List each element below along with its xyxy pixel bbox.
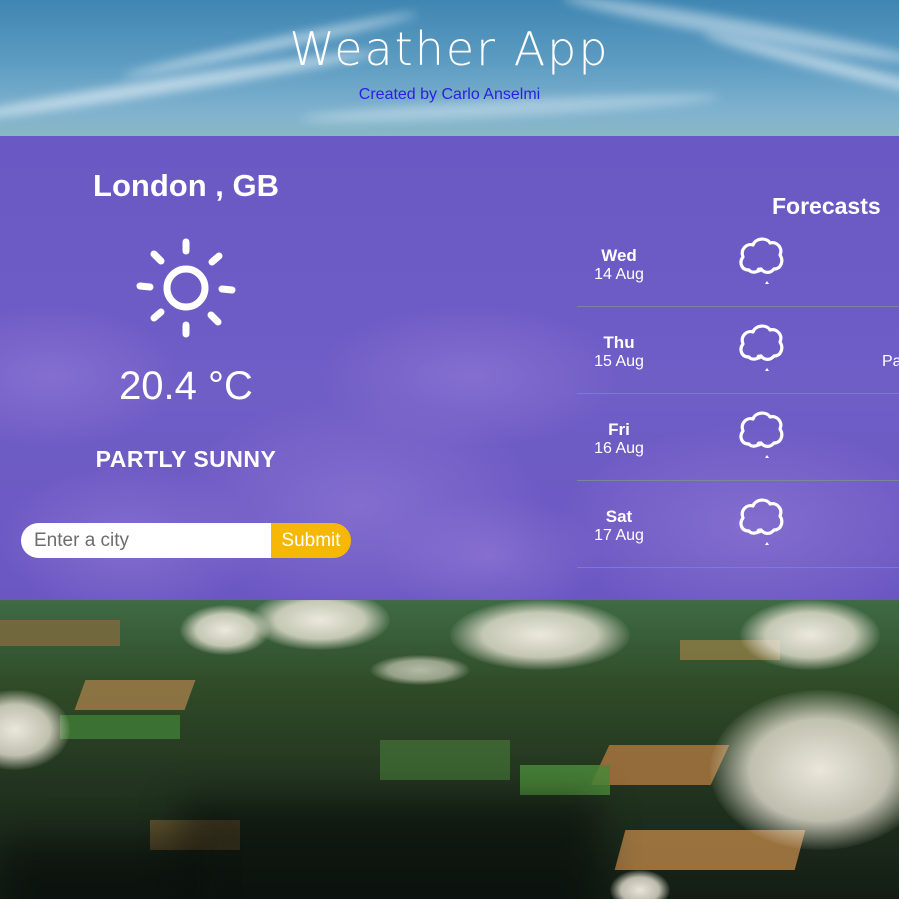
credit-link[interactable]: Created by Carlo Anselmi	[0, 86, 899, 104]
current-temperature: 20.4 °C	[119, 364, 253, 408]
forecast-list: Wed 14 Aug Thu 15 Aug Pa Fri 16 Aug Sat …	[577, 220, 899, 568]
cloud-icon	[739, 324, 784, 371]
forecast-title: Forecasts	[772, 193, 881, 219]
forecast-date: 17 Aug	[594, 527, 644, 544]
app-header: Weather App Created by Carlo Anselmi	[0, 0, 899, 136]
forecast-day: Thu	[603, 333, 635, 352]
forecast-date: 15 Aug	[594, 353, 644, 370]
current-condition: PARTLY SUNNY	[95, 446, 277, 472]
sun-icon	[136, 238, 236, 338]
submit-button[interactable]: Submit	[271, 523, 351, 558]
forecast-day: Wed	[601, 246, 637, 265]
city-search-form: Submit	[21, 523, 351, 558]
forecast-condition: Pa	[882, 353, 899, 370]
forecast-day: Fri	[608, 420, 630, 439]
cloud-icon	[739, 498, 784, 545]
forecast-row: Sat 17 Aug	[577, 481, 899, 568]
current-location: London , GB	[93, 168, 279, 203]
forecast-row: Wed 14 Aug	[577, 220, 899, 307]
app-title: Weather App	[289, 22, 610, 76]
forecast-date: 14 Aug	[594, 266, 644, 283]
forecast-date: 16 Aug	[594, 440, 644, 457]
forecast-day: Sat	[605, 507, 633, 526]
cloud-icon	[739, 411, 784, 458]
city-input[interactable]	[21, 523, 271, 558]
forecast-row: Thu 15 Aug Pa	[577, 307, 899, 394]
forecast-row: Fri 16 Aug	[577, 394, 899, 481]
cloud-icon	[739, 237, 784, 284]
landscape-background	[0, 600, 899, 899]
